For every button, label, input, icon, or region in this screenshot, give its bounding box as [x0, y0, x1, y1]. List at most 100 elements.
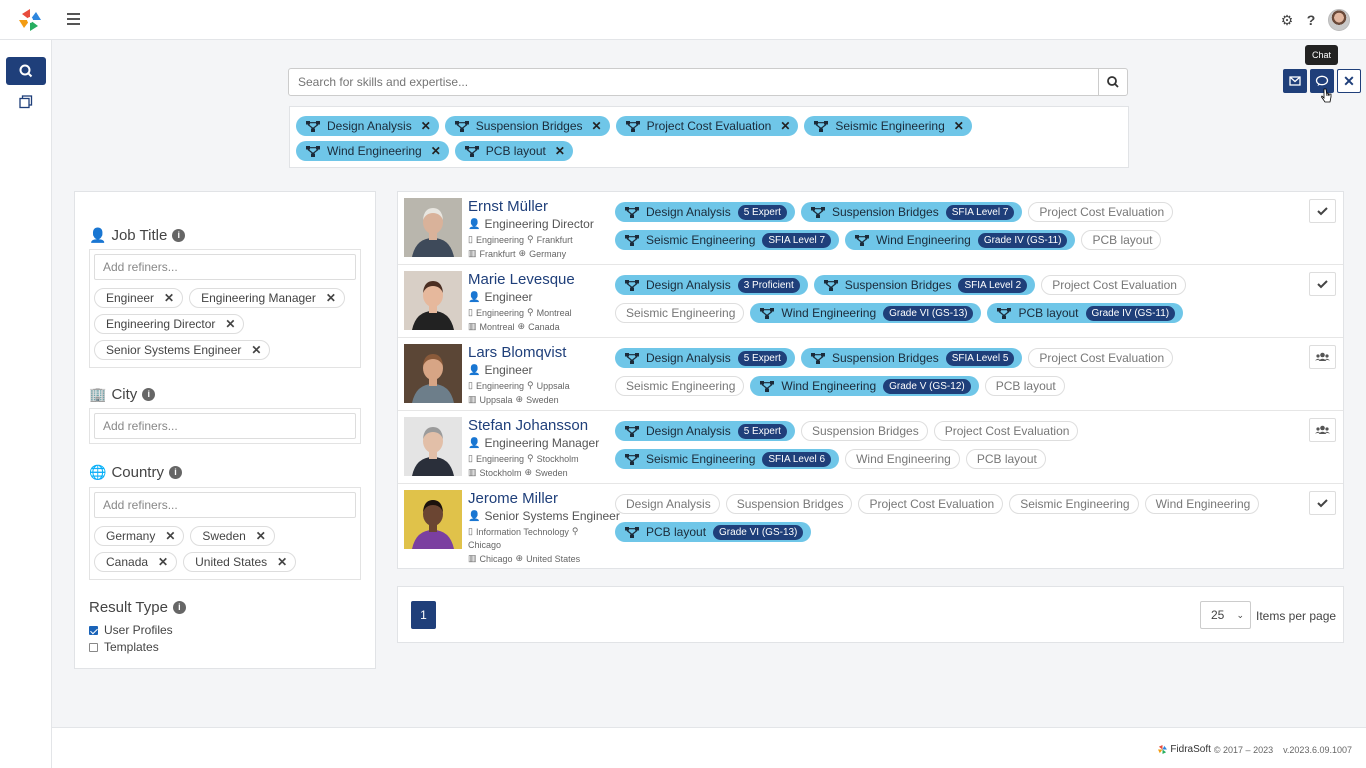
skill-chip[interactable]: Suspension Bridges	[725, 494, 853, 514]
info-icon[interactable]: i	[142, 388, 156, 401]
copy-icon[interactable]	[19, 95, 33, 109]
gear-icon[interactable]: ⚙	[1280, 13, 1294, 27]
remove-icon[interactable]: ✕	[592, 119, 602, 133]
select-button[interactable]	[1309, 491, 1336, 515]
select-button[interactable]	[1309, 272, 1336, 296]
country-refiner-input[interactable]: Add refiners...	[94, 492, 356, 518]
skill-chip[interactable]: Design Analysis	[615, 494, 720, 514]
refiner-tag[interactable]: Sweden ✕	[190, 526, 275, 546]
remove-icon[interactable]: ✕	[251, 343, 261, 357]
skill-chip[interactable]: Wind Engineering	[1144, 494, 1260, 514]
refiner-tag[interactable]: Senior Systems Engineer ✕	[94, 340, 271, 360]
items-per-page-select[interactable]: 25 ⌄	[1200, 601, 1251, 629]
refiner-tag[interactable]: Germany ✕	[94, 526, 185, 546]
result-row[interactable]: Lars Blomqvist 👤 Engineer ▯ Engineering ⚲ Upps…	[398, 338, 1343, 411]
page-button-current[interactable]: 1	[411, 601, 436, 629]
rail-search-button[interactable]	[6, 57, 46, 85]
remove-icon[interactable]: ✕	[225, 317, 235, 331]
remove-icon[interactable]: ✕	[555, 144, 565, 158]
skill-chip[interactable]: Seismic Engineering	[615, 303, 745, 323]
app-logo[interactable]	[16, 6, 44, 34]
checkbox[interactable]	[89, 625, 98, 635]
profile-photo[interactable]	[404, 271, 462, 330]
skill-chip[interactable]: Project Cost Evaluation	[858, 494, 1004, 514]
matched-skill-chip[interactable]: Wind Engineering Grade IV (GS-11)	[845, 230, 1076, 250]
result-row[interactable]: Stefan Johansson 👤 Engineering Manager ▯ Eng…	[398, 411, 1343, 484]
result-type-templates[interactable]: Templates	[89, 640, 159, 654]
refiner-tag[interactable]: Engineer ✕	[94, 288, 184, 308]
matched-skill-chip[interactable]: Seismic Engineering SFIA Level 6	[615, 449, 840, 469]
remove-icon[interactable]: ✕	[431, 144, 441, 158]
matched-skill-chip[interactable]: Design Analysis 5 Expert	[615, 202, 795, 222]
search-filter-chip[interactable]: Project Cost Evaluation ✕	[615, 116, 799, 136]
remove-icon[interactable]: ✕	[277, 555, 287, 569]
result-row[interactable]: Marie Levesque 👤 Engineer ▯ Engineering ⚲ Mont…	[398, 265, 1343, 338]
remove-icon[interactable]: ✕	[165, 529, 175, 543]
skill-chip[interactable]: Seismic Engineering	[615, 376, 745, 396]
remove-icon[interactable]: ✕	[256, 529, 266, 543]
refiner-tag[interactable]: Engineering Manager ✕	[189, 288, 345, 308]
checkbox[interactable]	[89, 642, 98, 652]
profile-photo[interactable]	[404, 198, 462, 257]
user-avatar[interactable]	[1328, 9, 1350, 31]
remove-icon[interactable]: ✕	[780, 119, 790, 133]
matched-skill-chip[interactable]: Seismic Engineering SFIA Level 7	[615, 230, 840, 250]
profile-photo[interactable]	[404, 490, 462, 549]
matched-skill-chip[interactable]: Suspension Bridges SFIA Level 5	[800, 348, 1023, 368]
skill-chip[interactable]: Suspension Bridges	[800, 421, 928, 441]
info-icon[interactable]: i	[172, 601, 186, 614]
skill-chip[interactable]: Project Cost Evaluation	[1041, 275, 1186, 295]
info-icon[interactable]: i	[168, 466, 182, 479]
skill-chip[interactable]: Seismic Engineering	[1009, 494, 1139, 514]
profile-photo[interactable]	[404, 417, 462, 476]
profile-name[interactable]: Stefan Johansson	[468, 417, 588, 434]
skill-chip[interactable]: PCB layout	[1081, 230, 1162, 250]
result-row[interactable]: Jerome Miller 👤 Senior Systems Engineer ▯ In…	[398, 484, 1343, 568]
matched-skill-chip[interactable]: Suspension Bridges SFIA Level 2	[813, 275, 1036, 295]
search-filter-chip[interactable]: PCB layout ✕	[454, 141, 573, 161]
job-title-refiner-input[interactable]: Add refiners...	[94, 254, 356, 280]
skill-chip[interactable]: Project Cost Evaluation	[933, 421, 1079, 441]
email-button[interactable]	[1283, 69, 1307, 93]
matched-skill-chip[interactable]: Design Analysis 3 Proficient	[615, 275, 808, 295]
close-button[interactable]: ✕	[1337, 69, 1361, 93]
search-filter-chip[interactable]: Suspension Bridges ✕	[444, 116, 610, 136]
skill-chip[interactable]: Wind Engineering	[845, 449, 960, 469]
search-filter-chip[interactable]: Design Analysis ✕	[296, 116, 439, 136]
remove-icon[interactable]: ✕	[164, 291, 174, 305]
info-icon[interactable]: i	[172, 229, 186, 242]
matched-skill-chip[interactable]: Design Analysis 5 Expert	[615, 348, 795, 368]
refiner-tag[interactable]: Engineering Director ✕	[94, 314, 245, 334]
matched-skill-chip[interactable]: Design Analysis 5 Expert	[615, 421, 795, 441]
refiner-tag[interactable]: Canada ✕	[94, 552, 178, 572]
profile-name[interactable]: Jerome Miller	[468, 490, 558, 507]
search-submit-button[interactable]	[1098, 68, 1128, 96]
search-filter-chip[interactable]: Wind Engineering ✕	[296, 141, 449, 161]
profile-name[interactable]: Ernst Müller	[468, 198, 548, 215]
matched-skill-chip[interactable]: Wind Engineering Grade V (GS-12)	[750, 376, 979, 396]
skill-chip[interactable]: Project Cost Evaluation	[1028, 348, 1174, 368]
profile-photo[interactable]	[404, 344, 462, 403]
select-button[interactable]	[1309, 199, 1336, 223]
skill-chip[interactable]: PCB layout	[984, 376, 1065, 396]
profile-name[interactable]: Lars Blomqvist	[468, 344, 566, 361]
profile-name[interactable]: Marie Levesque	[468, 271, 575, 288]
result-type-user-profiles[interactable]: User Profiles	[89, 623, 173, 637]
city-refiner-input[interactable]: Add refiners...	[94, 413, 356, 439]
matched-skill-chip[interactable]: Wind Engineering Grade VI (GS-13)	[750, 303, 982, 323]
refiner-tag[interactable]: United States ✕	[183, 552, 297, 572]
matched-skill-chip[interactable]: PCB layout Grade VI (GS-13)	[615, 522, 812, 542]
matched-skill-chip[interactable]: PCB layout Grade IV (GS-11)	[987, 303, 1184, 323]
result-row[interactable]: Ernst Müller 👤 Engineering Director ▯ Engine…	[398, 192, 1343, 265]
team-button[interactable]	[1309, 418, 1336, 442]
remove-icon[interactable]: ✕	[421, 119, 431, 133]
remove-icon[interactable]: ✕	[326, 291, 336, 305]
skill-chip[interactable]: Project Cost Evaluation	[1028, 202, 1174, 222]
team-button[interactable]	[1309, 345, 1336, 369]
matched-skill-chip[interactable]: Suspension Bridges SFIA Level 7	[800, 202, 1023, 222]
skill-chip[interactable]: PCB layout	[965, 449, 1046, 469]
menu-toggle-icon[interactable]	[67, 13, 80, 25]
remove-icon[interactable]: ✕	[158, 555, 168, 569]
remove-icon[interactable]: ✕	[954, 119, 964, 133]
search-input[interactable]	[288, 68, 1099, 96]
